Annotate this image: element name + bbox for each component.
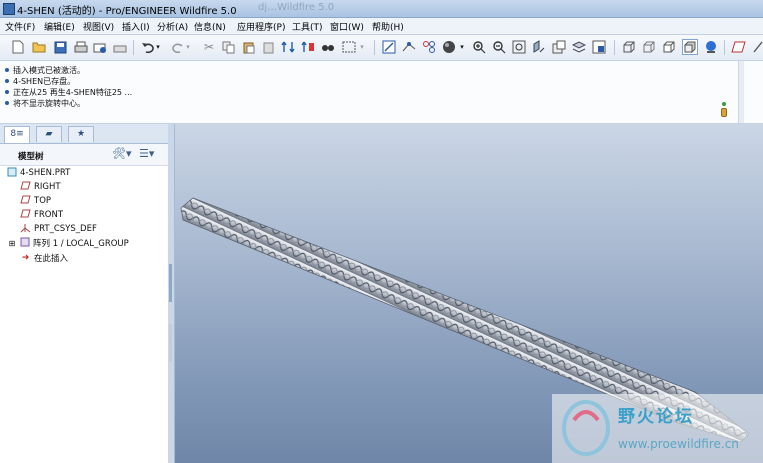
menu-info[interactable]: 信息(N) — [194, 20, 226, 33]
paste-special-icon[interactable] — [260, 39, 276, 55]
regen-manager-icon[interactable] — [300, 39, 316, 55]
window-title: 4-SHEN (活动的) - Pro/ENGINEER Wildfire 5.0 — [17, 6, 237, 17]
find-icon[interactable] — [320, 39, 336, 55]
message-line: 将不显示旋转中心。 — [5, 98, 85, 109]
pattern-icon — [19, 237, 30, 250]
view-manager-icon[interactable] — [591, 39, 607, 55]
cut-icon[interactable]: ✂ — [201, 39, 217, 55]
message-line: 插入模式已被激活。 — [5, 65, 85, 76]
datum-plane-icon — [20, 209, 31, 221]
tree-node-csys[interactable]: PRT_CSYS_DEF — [20, 222, 97, 236]
hidden-line-icon[interactable] — [641, 39, 657, 55]
menu-applications[interactable]: 应用程序(P) — [237, 20, 285, 33]
tab-favorites-icon[interactable]: ★ — [68, 126, 94, 142]
message-scrollbar[interactable] — [738, 61, 744, 123]
title-bar: 4-SHEN (活动的) - Pro/ENGINEER Wildfire 5.0… — [0, 0, 763, 18]
toolbar-separator — [614, 40, 615, 55]
undo-dropdown-icon[interactable]: ▾ — [154, 39, 162, 55]
menu-help[interactable]: 帮助(H) — [372, 20, 404, 33]
main-toolbar: ▾ ▾ ✂ ▾ ▾ — [0, 35, 763, 61]
navigator-tabs: 8≡ ▰ ★ — [0, 124, 168, 144]
datum-plane-tool-icon[interactable] — [731, 39, 747, 55]
open-folder-icon[interactable] — [31, 39, 47, 55]
watermark-title: 野火论坛 — [618, 407, 694, 427]
appearance-icon[interactable] — [703, 39, 719, 55]
curve-icon[interactable] — [401, 39, 417, 55]
message-line: 4-SHEN已存盘。 — [5, 76, 75, 87]
datum-points-icon[interactable] — [421, 39, 437, 55]
background-window-title: dj…Wildfire 5.0 — [258, 2, 335, 13]
no-hidden-icon[interactable] — [661, 39, 677, 55]
wireframe-icon[interactable] — [621, 39, 637, 55]
shaded-mode-icon[interactable] — [682, 39, 698, 55]
toolbar-separator — [724, 40, 725, 55]
shading-dropdown-icon[interactable]: ▾ — [457, 39, 467, 55]
tree-columns-icon[interactable]: ☰▾ — [139, 147, 154, 160]
menu-view[interactable]: 视图(V) — [83, 20, 114, 33]
tree-node-right[interactable]: RIGHT — [20, 180, 61, 194]
message-line: 正在从25 再生4-SHEN特征25 ... — [5, 87, 132, 98]
datum-plane-icon — [20, 195, 31, 207]
new-file-icon[interactable] — [10, 39, 26, 55]
panel-splitter[interactable] — [168, 124, 175, 463]
datum-plane-icon — [20, 181, 31, 193]
forum-watermark: 野火论坛 www.proewildfire.cn — [552, 394, 763, 463]
menu-bar: 文件(F) 编辑(E) 视图(V) 插入(I) 分析(A) 信息(N) 应用程序… — [0, 18, 763, 35]
tree-node-pattern[interactable]: ⊞ 阵列 1 / LOCAL_GROUP — [8, 236, 129, 250]
menu-edit[interactable]: 编辑(E) — [44, 20, 75, 33]
copy-icon[interactable] — [220, 39, 236, 55]
tree-node-front[interactable]: FRONT — [20, 208, 63, 222]
watermark-url: www.proewildfire.cn — [618, 437, 739, 451]
menu-file[interactable]: 文件(F) — [5, 20, 35, 33]
zoom-in-icon[interactable] — [471, 39, 487, 55]
expand-plus-icon[interactable]: ⊞ — [8, 239, 16, 248]
forum-logo-icon — [562, 400, 610, 456]
csys-icon — [20, 223, 31, 236]
navigator-panel: 8≡ ▰ ★ 模型树 🛠▾ ☰▾ 4-SHEN.PRT RIGHT TOP FR… — [0, 124, 169, 463]
splitter-grip[interactable] — [169, 264, 172, 302]
select-box-icon[interactable] — [341, 39, 357, 55]
refit-icon[interactable] — [511, 39, 527, 55]
message-area: 插入模式已被激活。 4-SHEN已存盘。 正在从25 再生4-SHEN特征25 … — [0, 61, 763, 124]
status-light-icon — [721, 102, 727, 118]
insert-here-icon: ➜ — [21, 253, 30, 263]
datum-axis-tool-icon[interactable] — [750, 39, 763, 55]
print-icon[interactable] — [73, 39, 89, 55]
tree-node-part[interactable]: 4-SHEN.PRT — [6, 166, 70, 180]
tree-node-top[interactable]: TOP — [20, 194, 51, 208]
menu-tools[interactable]: 工具(T) — [292, 20, 323, 33]
toolbar-separator — [374, 40, 375, 55]
model-tree-title: 模型树 — [18, 152, 44, 162]
app-icon — [3, 3, 15, 15]
shading-icon[interactable] — [441, 39, 457, 55]
redo-dropdown-icon[interactable]: ▾ — [184, 39, 192, 55]
splitter-grip[interactable] — [169, 324, 172, 362]
tab-model-tree-icon[interactable]: 8≡ — [4, 126, 30, 143]
send-email-icon[interactable] — [92, 39, 108, 55]
paste-icon[interactable] — [240, 39, 256, 55]
tree-settings-icon[interactable]: 🛠▾ — [112, 147, 132, 160]
save-icon[interactable] — [52, 39, 68, 55]
print-preview-icon[interactable] — [112, 39, 128, 55]
menu-window[interactable]: 窗口(W) — [330, 20, 364, 33]
part-icon — [6, 167, 17, 180]
regenerate-icon[interactable] — [280, 39, 296, 55]
saved-views-icon[interactable] — [551, 39, 567, 55]
menu-insert[interactable]: 插入(I) — [122, 20, 150, 33]
tree-node-insert-here[interactable]: ➜ 在此插入 — [20, 251, 68, 265]
reorient-icon[interactable] — [531, 39, 547, 55]
sketch-icon[interactable] — [381, 39, 397, 55]
toolbar-separator — [133, 40, 134, 55]
layers-icon[interactable] — [571, 39, 587, 55]
zoom-out-icon[interactable] — [491, 39, 507, 55]
model-tree-header: 模型树 🛠▾ ☰▾ — [0, 144, 168, 166]
select-dropdown-icon[interactable]: ▾ — [357, 39, 367, 55]
tab-folder-browser-icon[interactable]: ▰ — [36, 126, 62, 142]
menu-analysis[interactable]: 分析(A) — [157, 20, 188, 33]
